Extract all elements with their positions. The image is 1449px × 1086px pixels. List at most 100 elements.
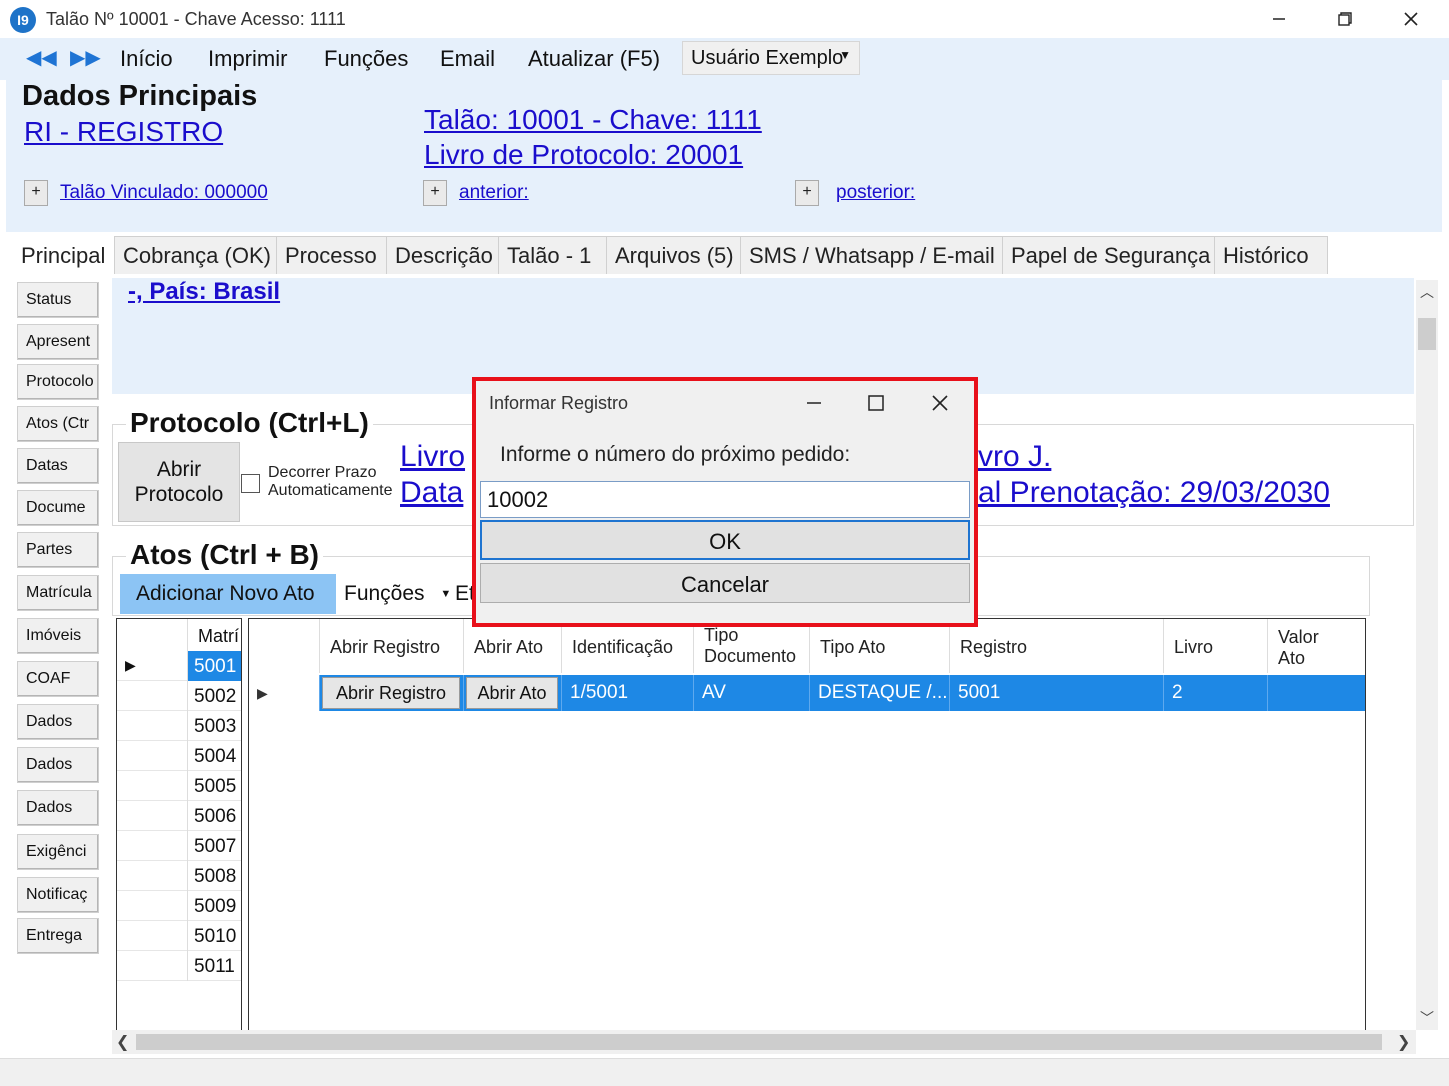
scroll-left-icon[interactable]: ❮ (116, 1032, 129, 1052)
matricula-grid-header: Matrí (117, 619, 241, 651)
col-header-livro[interactable]: Livro (1163, 619, 1267, 673)
matricula-cell: 5001 (187, 651, 241, 681)
side-exigencia-button[interactable]: Exigênci (17, 834, 99, 870)
dialog-maximize-button[interactable] (864, 391, 888, 415)
col-header-tipo-documento[interactable]: Tipo Documento (693, 619, 809, 673)
add-posterior-button[interactable]: + (795, 180, 819, 206)
dialog-close-button[interactable] (928, 391, 952, 415)
abrir-registro-button[interactable]: Abrir Registro (322, 677, 460, 709)
tab-processo[interactable]: Processo (276, 236, 388, 274)
matricula-row[interactable]: 5007 (117, 831, 241, 861)
prenotacao-link[interactable]: al Prenotação: 29/03/2030 (978, 476, 1330, 510)
matricula-row[interactable]: 5009 (117, 891, 241, 921)
ok-button[interactable]: OK (480, 520, 970, 560)
horizontal-scroll-thumb[interactable] (136, 1034, 1382, 1050)
matricula-row[interactable]: 5005 (117, 771, 241, 801)
side-apresentante-button[interactable]: Apresent (17, 324, 99, 360)
livro-protocolo-link[interactable]: Livro de Protocolo: 20001 (424, 139, 743, 171)
matricula-row[interactable]: 5003 (117, 711, 241, 741)
side-status-button[interactable]: Status (17, 282, 99, 318)
matricula-column-header[interactable]: Matrí (187, 619, 241, 651)
add-vinculado-button[interactable]: + (24, 180, 48, 206)
matricula-row[interactable]: 5008 (117, 861, 241, 891)
side-matricula-button[interactable]: Matrícula (17, 575, 99, 611)
matricula-cell: 5007 (187, 831, 241, 861)
side-entrega-button[interactable]: Entrega (17, 918, 99, 954)
col-header-abrir-ato[interactable]: Abrir Ato (463, 619, 561, 673)
side-coaf-button[interactable]: COAF (17, 661, 99, 697)
tab-papel-seguranca[interactable]: Papel de Segurança (1002, 236, 1216, 274)
matricula-row[interactable]: ▶ 5001 (117, 651, 241, 681)
matricula-row[interactable]: 5010 (117, 921, 241, 951)
side-datas-button[interactable]: Datas (17, 448, 99, 484)
side-dados-3-button[interactable]: Dados (17, 790, 99, 826)
matricula-row[interactable]: 5002 (117, 681, 241, 711)
pais-link[interactable]: -, País: Brasil (128, 278, 280, 306)
tab-talao[interactable]: Talão - 1 (498, 236, 608, 274)
col-header-registro[interactable]: Registro (949, 619, 1163, 673)
side-dados-1-button[interactable]: Dados (17, 704, 99, 740)
funcoes-arrow-icon: ▼ (440, 588, 452, 601)
atos-grid[interactable]: Abrir Registro Abrir Ato Identificação T… (248, 618, 1366, 1032)
matricula-row[interactable]: 5004 (117, 741, 241, 771)
menu-inicio[interactable]: Início (120, 46, 173, 72)
side-atos-button[interactable]: Atos (Ctr (17, 406, 99, 442)
registro-type-link[interactable]: RI - REGISTRO (24, 116, 223, 148)
col-header-valor-ato[interactable]: Valor Ato (1267, 619, 1347, 673)
matricula-cell: 5010 (187, 921, 241, 951)
restore-button[interactable] (1322, 4, 1368, 34)
matricula-grid[interactable]: Matrí ▶ 5001 5002 5003 5004 5005 5006 500… (116, 618, 242, 1032)
vertical-scroll-thumb[interactable] (1418, 318, 1436, 350)
cancel-button[interactable]: Cancelar (480, 563, 970, 603)
tab-sms[interactable]: SMS / Whatsapp / E-mail (740, 236, 1004, 274)
menu-imprimir[interactable]: Imprimir (208, 46, 287, 72)
col-header-abrir-registro[interactable]: Abrir Registro (319, 619, 463, 673)
side-imoveis-button[interactable]: Imóveis (17, 618, 99, 654)
tab-arquivos[interactable]: Arquivos (5) (606, 236, 742, 274)
close-icon (932, 395, 948, 411)
back-arrow-icon[interactable]: ◀◀ (26, 48, 57, 68)
talao-vinculado-link[interactable]: Talão Vinculado: 000000 (60, 182, 268, 204)
side-partes-button[interactable]: Partes (17, 532, 99, 568)
forward-arrow-icon[interactable]: ▶▶ (70, 48, 101, 68)
adicionar-ato-button[interactable]: Adicionar Novo Ato (120, 574, 336, 614)
dialog-minimize-button[interactable] (802, 391, 826, 415)
add-anterior-button[interactable]: + (423, 180, 447, 206)
scroll-up-icon[interactable]: ︿ (1420, 282, 1434, 302)
menu-email[interactable]: Email (440, 46, 495, 72)
matricula-row[interactable]: 5006 (117, 801, 241, 831)
side-protocolo-button[interactable]: Protocolo (17, 364, 99, 400)
minimize-button[interactable] (1256, 4, 1302, 34)
pedido-number-input[interactable] (480, 481, 970, 518)
data-link[interactable]: Data (400, 476, 463, 510)
scroll-right-icon[interactable]: ❯ (1397, 1032, 1410, 1052)
user-dropdown[interactable]: Usuário Exemplo ▼ (682, 41, 860, 75)
col-header-tipo-ato[interactable]: Tipo Ato (809, 619, 949, 673)
funcoes-dropdown[interactable]: Funções ▼ (344, 582, 451, 606)
side-documentos-button[interactable]: Docume (17, 490, 99, 526)
tab-principal[interactable]: Principal (12, 236, 116, 274)
side-notificacao-button[interactable]: Notificaç (17, 877, 99, 913)
talao-link[interactable]: Talão: 10001 - Chave: 1111 (424, 104, 762, 136)
minimize-icon (1273, 18, 1285, 20)
menu-atualizar[interactable]: Atualizar (F5) (528, 46, 660, 72)
vertical-scrollbar[interactable] (1416, 280, 1438, 1030)
livro-link[interactable]: Livro (400, 440, 465, 474)
table-row[interactable]: ▶ Abrir Registro Abrir Ato 1/5001 AV DES… (249, 675, 1365, 711)
tab-cobranca[interactable]: Cobrança (OK) (114, 236, 278, 274)
posterior-link[interactable]: posterior: (836, 182, 915, 204)
side-dados-2-button[interactable]: Dados (17, 747, 99, 783)
abrir-ato-button[interactable]: Abrir Ato (466, 677, 558, 709)
livro-j-link[interactable]: vro J. (978, 440, 1051, 474)
close-button[interactable] (1388, 4, 1434, 34)
tab-historico[interactable]: Histórico (1214, 236, 1328, 274)
abrir-protocolo-button[interactable]: Abrir Protocolo (118, 442, 240, 522)
anterior-link[interactable]: anterior: (459, 182, 529, 204)
scroll-down-icon[interactable]: ﹀ (1420, 1008, 1434, 1028)
tab-descricao[interactable]: Descrição (386, 236, 500, 274)
menu-funcoes[interactable]: Funções (324, 46, 408, 72)
matricula-row[interactable]: 5011 (117, 951, 241, 981)
row-selector[interactable]: ▶ (249, 675, 319, 711)
decorrer-prazo-checkbox[interactable] (241, 474, 260, 493)
col-header-identificacao[interactable]: Identificação (561, 619, 693, 673)
